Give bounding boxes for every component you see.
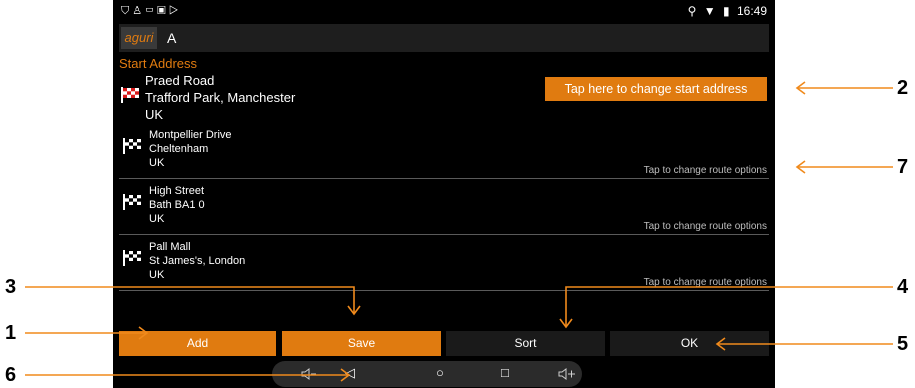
annotation-arrows <box>25 81 893 382</box>
callout-3: 3 <box>5 276 17 298</box>
callout-2: 2 <box>897 77 909 99</box>
callout-arrow-4 <box>565 286 893 327</box>
callout-1: 1 <box>5 322 17 344</box>
callout-7: 7 <box>897 156 909 178</box>
callout-4: 4 <box>897 276 909 298</box>
callout-6: 6 <box>5 364 17 386</box>
callout-arrow-3 <box>25 286 355 314</box>
callout-5: 5 <box>897 333 909 355</box>
